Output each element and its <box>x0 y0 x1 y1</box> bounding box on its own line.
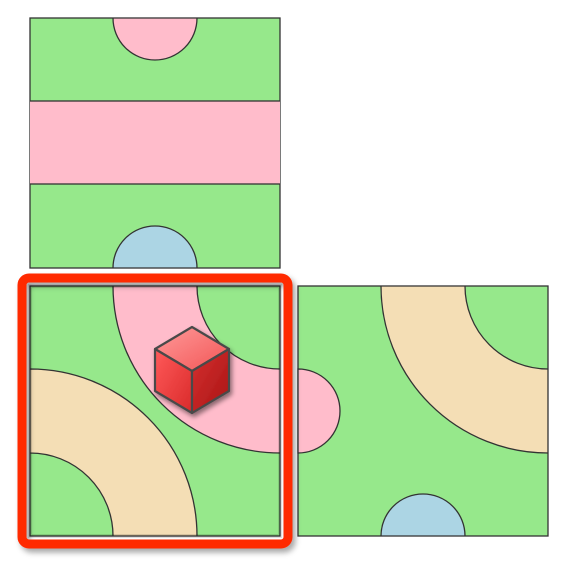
pink-horizontal-band <box>30 100 280 185</box>
tile-top[interactable] <box>29 17 281 269</box>
tile-bottom-left[interactable] <box>28 284 282 538</box>
game-board <box>17 17 549 549</box>
